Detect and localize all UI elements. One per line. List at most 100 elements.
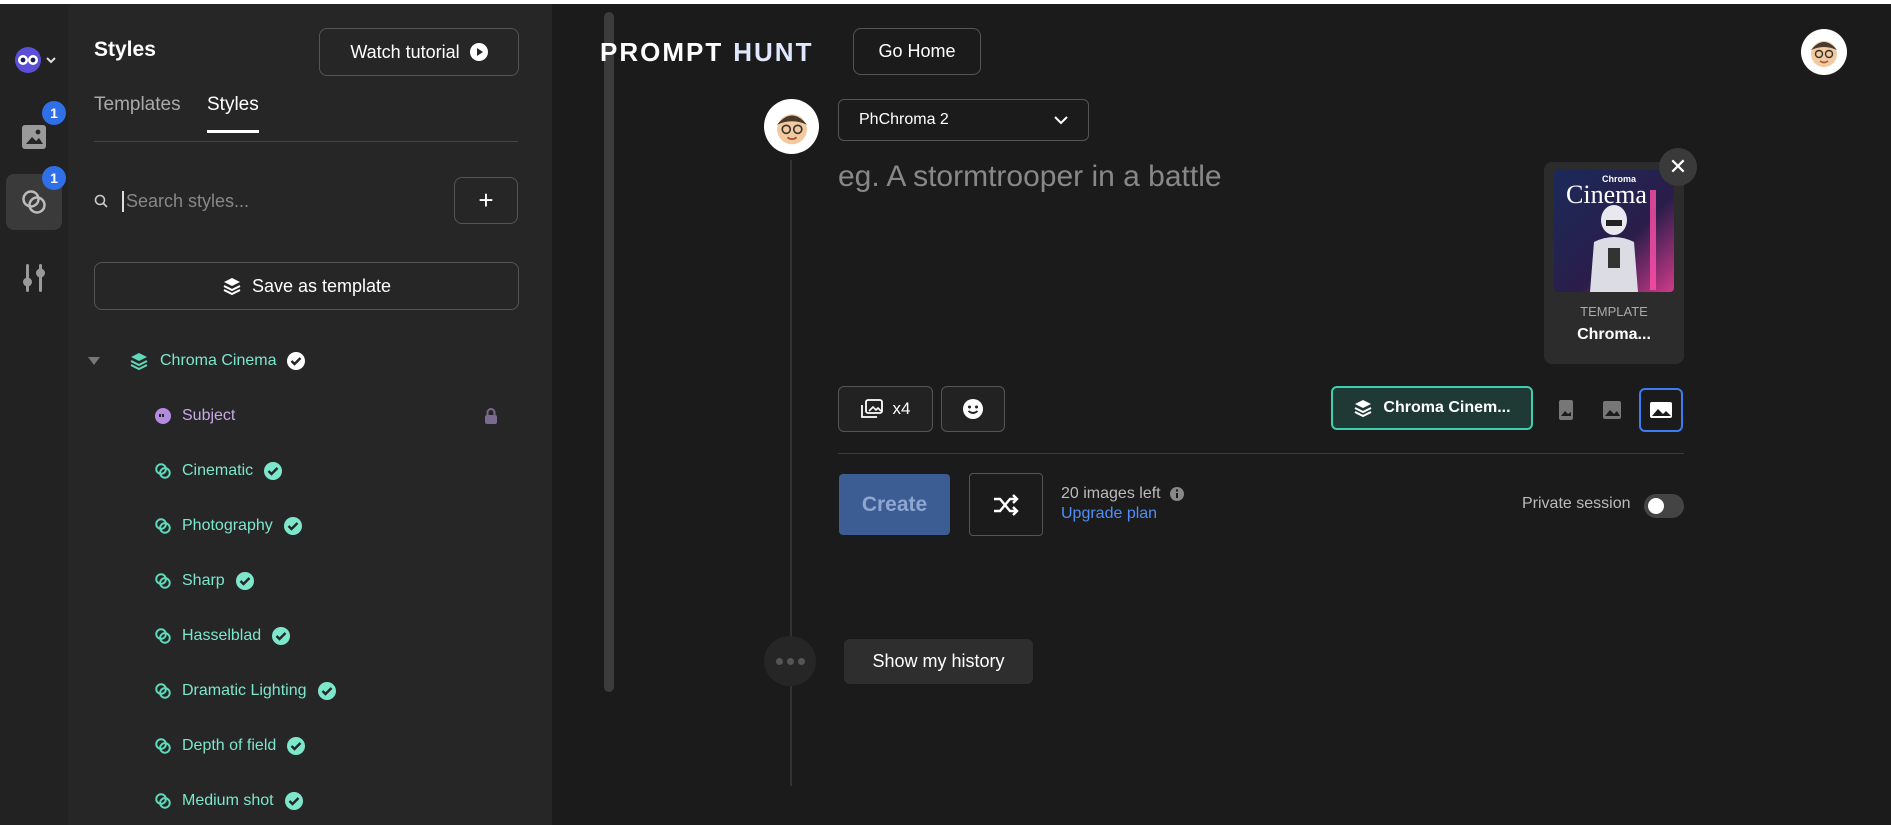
tree-root-chroma-cinema[interactable]: Chroma Cinema [88, 346, 306, 376]
style-icon [155, 463, 171, 479]
user-avatar[interactable] [1801, 29, 1847, 75]
dot [775, 657, 783, 665]
show-history-button[interactable]: Show my history [844, 639, 1033, 684]
verified-check-icon [272, 627, 291, 645]
plus-icon: + [478, 185, 494, 215]
aspect-square-button[interactable] [1590, 388, 1634, 432]
style-icon [155, 793, 171, 809]
styles-count-badge: 1 [42, 166, 66, 190]
thumbnail-caption-big: Cinema [1566, 180, 1647, 209]
aspect-landscape-button[interactable] [1639, 388, 1683, 432]
tree-item-dramatic-lighting[interactable]: Dramatic Lighting [154, 676, 337, 706]
tree-item-medium-shot[interactable]: Medium shot [154, 786, 304, 816]
verified-check-icon [235, 572, 254, 590]
lock-icon [485, 408, 497, 424]
tree-item-label: Sharp [182, 572, 225, 589]
verified-check-icon [287, 737, 306, 755]
image-count-button[interactable]: x4 [838, 386, 933, 432]
template-thumbnail: Chroma Cinema [1554, 170, 1674, 292]
logo-text-prompt: PROMPT [600, 37, 724, 67]
chat-bubble-icon [155, 408, 171, 424]
watch-tutorial-label: Watch tutorial [350, 41, 460, 62]
image-count-label: x4 [892, 399, 911, 418]
prompt-hunt-logo[interactable]: PROMPT HUNT [600, 37, 813, 68]
model-select-value: PhChroma 2 [859, 111, 949, 128]
search-icon [94, 194, 108, 208]
tree-item-label: Hasselblad [182, 627, 262, 644]
tab-styles[interactable]: Styles [207, 94, 259, 133]
tree-item-label: Medium shot [182, 792, 274, 809]
smiley-icon [963, 399, 983, 419]
tree-item-photography[interactable]: Photography [154, 511, 303, 541]
model-select[interactable]: PhChroma 2 [838, 99, 1089, 141]
save-as-template-button[interactable]: Save as template [94, 262, 519, 310]
emoji-button[interactable] [941, 386, 1005, 432]
remove-template-button[interactable]: ✕ [1659, 148, 1697, 186]
workspace-switcher[interactable] [6, 32, 62, 88]
images-count-badge: 1 [42, 101, 66, 125]
avatar-face-icon [776, 113, 807, 144]
style-icon [155, 573, 171, 589]
active-style-label: Chroma Cinem... [1383, 399, 1511, 416]
rail-styles-button[interactable]: 1 [6, 166, 66, 230]
owl-logo-icon [15, 47, 56, 73]
toggle-knob [1648, 498, 1664, 514]
tree-item-label: Photography [182, 517, 273, 534]
sidebar-title: Styles [94, 38, 156, 61]
tab-templates[interactable]: Templates [94, 94, 181, 130]
verified-check-icon [283, 517, 302, 535]
style-icon [155, 738, 171, 754]
save-as-template-label: Save as template [251, 275, 392, 296]
create-button[interactable]: Create [839, 474, 950, 535]
caret-down-icon[interactable] [88, 356, 100, 366]
info-icon[interactable] [1169, 486, 1185, 502]
aspect-portrait-button[interactable] [1544, 388, 1588, 432]
prompt-input[interactable]: eg. A stormtrooper in a battle [838, 160, 1222, 194]
add-style-button[interactable]: + [454, 177, 518, 224]
template-card[interactable]: Chroma Cinema TEMPLATE Chroma... [1544, 162, 1684, 364]
layers-icon [1354, 400, 1372, 418]
watch-tutorial-button[interactable]: Watch tutorial [319, 28, 519, 76]
verified-check-icon [284, 792, 303, 810]
image-icon [22, 125, 46, 149]
square-image-icon [1603, 401, 1621, 419]
style-icon [155, 628, 171, 644]
upgrade-plan-link[interactable]: Upgrade plan [1061, 505, 1157, 523]
private-session-toggle[interactable] [1644, 494, 1684, 518]
styles-icon [22, 190, 46, 214]
chevron-down-icon [1054, 116, 1068, 125]
timeline-line [790, 160, 792, 786]
search-input[interactable] [122, 190, 422, 212]
tree-item-subject[interactable]: Subject [154, 401, 235, 431]
layers-icon [223, 278, 241, 296]
styles-sidebar: Styles Watch tutorial Templates Styles +… [68, 4, 614, 825]
active-style-chip[interactable]: Chroma Cinem... [1331, 386, 1533, 430]
tree-item-cinematic[interactable]: Cinematic [154, 456, 283, 486]
icon-rail: 1 1 [0, 4, 68, 825]
play-icon [469, 43, 488, 61]
dot [786, 657, 794, 665]
style-icon [155, 683, 171, 699]
tree-item-hasselblad[interactable]: Hasselblad [154, 621, 291, 651]
landscape-image-icon [1650, 402, 1672, 418]
sidebar-scrollbar[interactable] [604, 12, 614, 692]
private-session-label: Private session [1522, 495, 1631, 512]
verified-check-icon [287, 352, 306, 370]
portrait-image-icon [1559, 400, 1573, 420]
style-icon [155, 518, 171, 534]
rail-images-button[interactable]: 1 [6, 101, 66, 165]
history-dots [764, 636, 816, 686]
dot [797, 657, 805, 665]
shuffle-button[interactable] [969, 473, 1043, 536]
tree-item-sharp[interactable]: Sharp [154, 566, 255, 596]
close-icon: ✕ [1668, 154, 1688, 179]
tree-root-label: Chroma Cinema [160, 352, 277, 369]
images-left-text: 20 images left [1061, 485, 1185, 503]
go-home-label: Go Home [878, 41, 956, 61]
go-home-button[interactable]: Go Home [853, 28, 981, 75]
tree-item-depth-of-field[interactable]: Depth of field [154, 731, 306, 761]
composer-avatar [764, 99, 819, 154]
tree-item-label: Subject [182, 407, 236, 424]
template-name: Chroma... [1577, 326, 1651, 343]
rail-settings-button[interactable] [6, 250, 62, 306]
